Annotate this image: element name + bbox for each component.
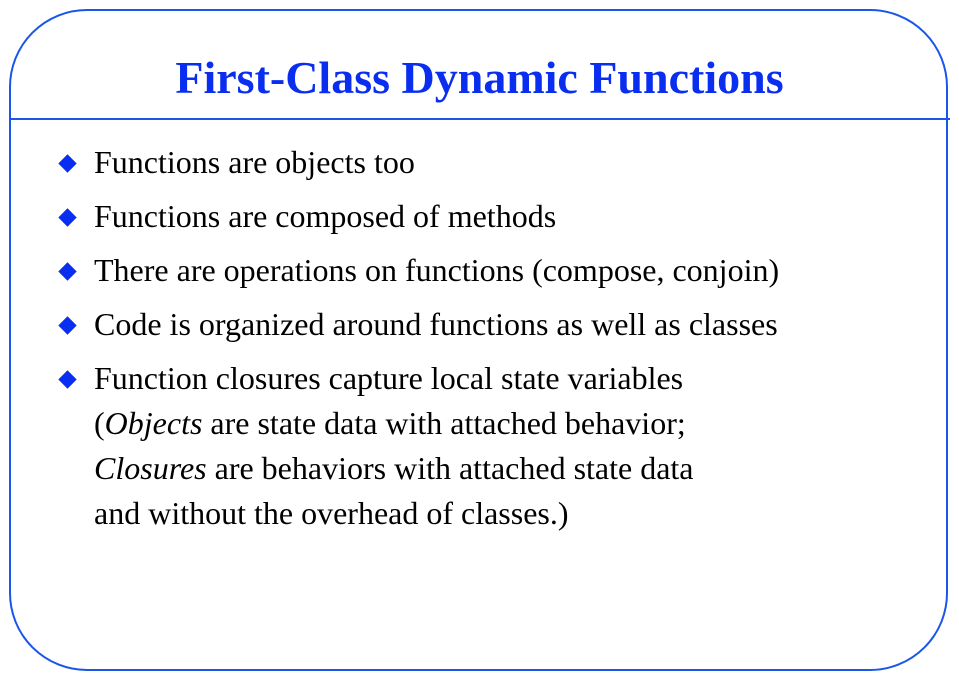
title-divider bbox=[10, 118, 950, 120]
bullet-item: There are operations on functions (compo… bbox=[58, 248, 938, 293]
slide-title: First-Class Dynamic Functions bbox=[175, 52, 784, 103]
bullet-text: Code is organized around functions as we… bbox=[94, 306, 778, 342]
diamond-bullet-icon bbox=[58, 208, 77, 227]
bullet-item: Functions are objects too bbox=[58, 140, 938, 185]
objects-description: are state data with attached behavior; bbox=[202, 405, 686, 441]
objects-term: Objects bbox=[104, 405, 203, 441]
diamond-bullet-icon bbox=[58, 262, 77, 281]
bullet-text: There are operations on functions (compo… bbox=[94, 252, 780, 288]
bullet-text: Functions are composed of methods bbox=[94, 198, 557, 234]
closures-term: Closures bbox=[94, 450, 207, 486]
bullet-item: Code is organized around functions as we… bbox=[58, 302, 938, 347]
bullet-item: Functions are composed of methods bbox=[58, 194, 938, 239]
diamond-bullet-icon bbox=[58, 154, 77, 173]
bullet-list: Functions are objects too Functions are … bbox=[58, 140, 938, 545]
bullet-continuation-line: Closures are behaviors with attached sta… bbox=[94, 446, 938, 491]
bullet-continuation-line: (Objects are state data with attached be… bbox=[94, 401, 938, 446]
bullet-text: Functions are objects too bbox=[94, 144, 415, 180]
open-paren: ( bbox=[94, 405, 105, 441]
diamond-bullet-icon bbox=[58, 316, 77, 335]
diamond-bullet-icon bbox=[58, 370, 77, 389]
bullet-continuation-line: and without the overhead of classes.) bbox=[94, 495, 569, 531]
bullet-item: Function closures capture local state va… bbox=[58, 356, 938, 536]
closures-description: are behaviors with attached state data bbox=[206, 450, 694, 486]
bullet-text: Function closures capture local state va… bbox=[94, 360, 684, 396]
